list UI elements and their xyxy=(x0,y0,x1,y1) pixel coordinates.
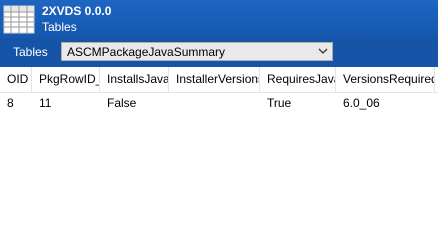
app-name: 2XVDS 0.0.0 xyxy=(42,4,112,18)
cell-pkgrowid[interactable]: 11 xyxy=(32,92,100,114)
tables-toolbar: Tables ASCMPackageJavaSummary xyxy=(0,38,438,67)
cell-versionsrequired[interactable]: 6.0_06 xyxy=(336,92,435,114)
cell-requiresjava[interactable]: True xyxy=(260,92,336,114)
table-row[interactable]: 8 11 False True 6.0_06 xyxy=(0,92,438,114)
column-header-installsjava[interactable]: InstallsJava xyxy=(100,67,169,92)
column-header-oid[interactable]: OID xyxy=(0,67,32,92)
column-header-requiresjava[interactable]: RequiresJava xyxy=(260,67,336,92)
column-header-pkgrowid[interactable]: PkgRowID_ xyxy=(32,67,100,92)
table-select-value: ASCMPackageJavaSummary xyxy=(67,45,226,59)
column-header-installerversions[interactable]: InstallerVersions xyxy=(169,67,260,92)
title-bar: 2XVDS 0.0.0 Tables xyxy=(0,0,438,38)
table-select-dropdown[interactable]: ASCMPackageJavaSummary xyxy=(61,42,333,61)
tables-label: Tables xyxy=(13,45,48,59)
chevron-down-icon xyxy=(318,48,328,54)
data-grid[interactable]: OID PkgRowID_ InstallsJava InstallerVers… xyxy=(0,67,438,245)
table-grid-icon xyxy=(3,5,35,34)
column-header-versionsrequired[interactable]: VersionsRequired xyxy=(336,67,435,92)
cell-oid[interactable]: 8 xyxy=(0,92,32,114)
app-subtitle: Tables xyxy=(42,20,77,34)
grid-header-row: OID PkgRowID_ InstallsJava InstallerVers… xyxy=(0,67,438,93)
cell-installerversions[interactable] xyxy=(169,92,260,114)
cell-installsjava[interactable]: False xyxy=(100,92,169,114)
